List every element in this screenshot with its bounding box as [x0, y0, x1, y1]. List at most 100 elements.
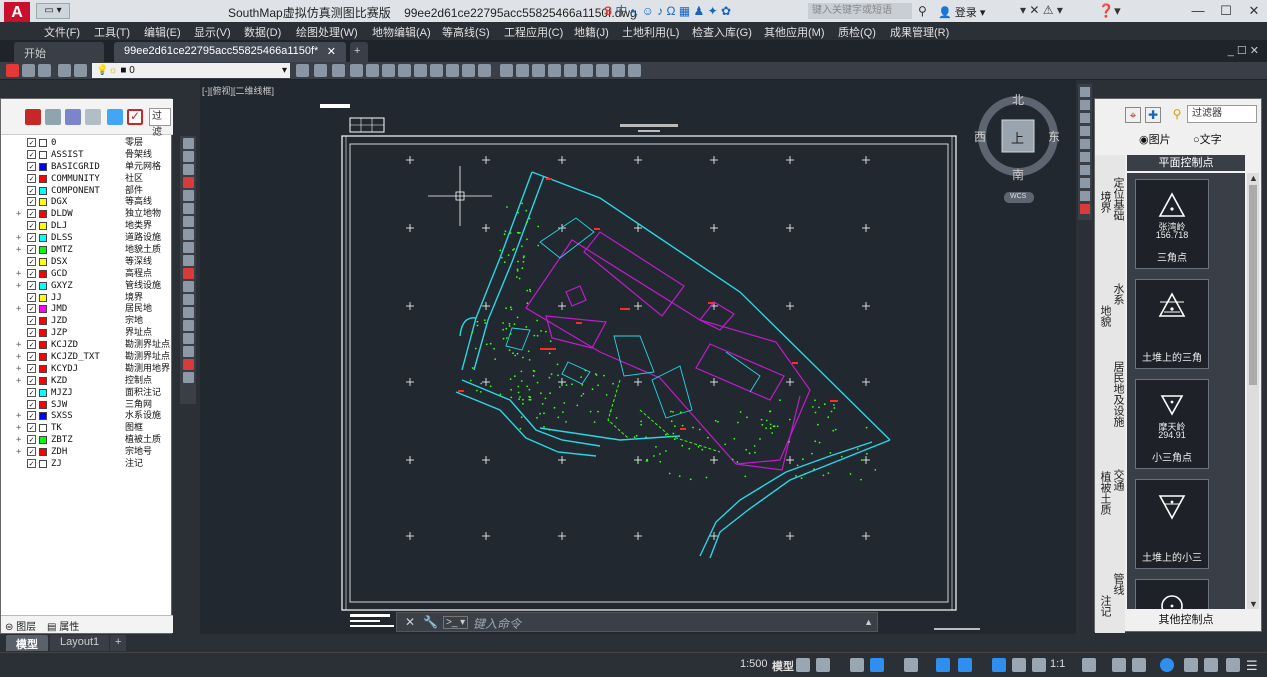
- layer-visible-checkbox[interactable]: ✓: [27, 197, 36, 207]
- expand-icon[interactable]: +: [16, 280, 24, 292]
- layer-visible-checkbox[interactable]: ✓: [27, 363, 36, 373]
- zoom-prev-icon[interactable]: [414, 64, 427, 77]
- menu-item-13[interactable]: 质检(Q): [838, 24, 876, 40]
- auto-scale-icon[interactable]: [1012, 658, 1026, 672]
- plus-icon[interactable]: [1112, 658, 1126, 672]
- snap-tool-icon[interactable]: [1080, 178, 1090, 188]
- close-tab-icon[interactable]: ✕: [327, 45, 336, 58]
- customize-menu-icon[interactable]: ☰: [1246, 658, 1258, 674]
- layer-visible-checkbox[interactable]: ✓: [27, 304, 36, 314]
- layer-color-swatch[interactable]: [39, 246, 47, 255]
- arc-icon[interactable]: [350, 64, 363, 77]
- layer-visible-checkbox[interactable]: ✓: [27, 352, 36, 362]
- ime-icons[interactable]: •, ☺ ♪ Ω ▦ ♟ ✦ ✿: [631, 4, 731, 18]
- layer-visible-checkbox[interactable]: ✓: [27, 292, 36, 302]
- extend-icon[interactable]: [612, 64, 625, 77]
- command-line[interactable]: ✕ 🔧 >_ ▾ 键入命令 ▲: [396, 612, 878, 632]
- add-layout-button[interactable]: +: [110, 635, 127, 651]
- menu-item-6[interactable]: 地物编辑(A): [372, 24, 431, 40]
- symbol-card[interactable]: [1135, 579, 1209, 609]
- layer-row[interactable]: ✓ ASSIST 骨架线: [1, 149, 173, 161]
- properties-icon[interactable]: [296, 64, 309, 77]
- ortho-icon[interactable]: [850, 658, 864, 672]
- snap-tool-icon[interactable]: [1080, 87, 1090, 97]
- layer-filter-input[interactable]: 过滤: [149, 108, 171, 138]
- layer-row[interactable]: ✓ ZJ 注记: [1, 458, 173, 470]
- radio-text[interactable]: ○文字: [1193, 131, 1222, 147]
- tab-layout1[interactable]: Layout1: [50, 635, 110, 651]
- drawing-tool-icon[interactable]: [182, 320, 194, 331]
- isolate-icon[interactable]: [1160, 658, 1174, 672]
- drawing-tool-icon[interactable]: [182, 177, 194, 188]
- symbol-card[interactable]: 张湾岭 156.718 三角点: [1135, 179, 1209, 269]
- layer-row[interactable]: + ✓ GXYZ 管线设施: [1, 280, 173, 292]
- layer-visible-checkbox[interactable]: ✓: [27, 423, 36, 433]
- drawing-tool-icon[interactable]: [182, 164, 194, 175]
- layer-visible-checkbox[interactable]: ✓: [27, 209, 36, 219]
- layer-visible-checkbox[interactable]: ✓: [27, 245, 36, 255]
- binoculars-icon[interactable]: ⚲: [918, 4, 927, 18]
- expand-icon[interactable]: +: [16, 303, 24, 315]
- tab-layers[interactable]: ⊜ 图层: [5, 618, 36, 633]
- expand-icon[interactable]: +: [16, 375, 24, 387]
- expand-icon[interactable]: +: [16, 446, 24, 458]
- redo-icon[interactable]: [478, 64, 491, 77]
- drawing-tool-icon[interactable]: [182, 190, 194, 201]
- isodraft-icon[interactable]: [936, 658, 950, 672]
- viewport-label[interactable]: [-][俯视][二维线框]: [202, 84, 274, 97]
- menu-item-8[interactable]: 工程应用(C): [504, 24, 563, 40]
- layer-color-swatch[interactable]: [39, 222, 47, 231]
- layer-visible-checkbox[interactable]: ✓: [27, 149, 36, 159]
- menu-item-9[interactable]: 地籍(J): [574, 24, 609, 40]
- expand-icon[interactable]: +: [16, 268, 24, 280]
- menu-item-0[interactable]: 文件(F): [44, 24, 80, 40]
- filter-icon[interactable]: ⚲: [1169, 107, 1185, 123]
- tab-properties[interactable]: ▤ 属性: [47, 618, 79, 633]
- layer-color-swatch[interactable]: [39, 305, 47, 314]
- layer-color-swatch[interactable]: [39, 174, 47, 183]
- drawing-tool-icon[interactable]: [182, 268, 194, 279]
- viewcube-south[interactable]: 南: [1012, 166, 1024, 183]
- drawing-tool-icon[interactable]: [182, 281, 194, 292]
- layer-visible-checkbox[interactable]: ✓: [27, 185, 36, 195]
- layer-globe-icon[interactable]: [107, 109, 123, 125]
- drawing-tool-icon[interactable]: [182, 229, 194, 240]
- layer-visible-checkbox[interactable]: ✓: [27, 375, 36, 385]
- draw-icon[interactable]: [532, 64, 545, 77]
- check-icon[interactable]: [6, 64, 19, 77]
- layer-visible-checkbox[interactable]: ✓: [27, 447, 36, 457]
- layer-color-swatch[interactable]: [39, 424, 47, 433]
- layer-row[interactable]: ✓ MJZJ 面积注记: [1, 387, 173, 399]
- subcategory-2[interactable]: 居民地及设施: [1110, 361, 1126, 427]
- tab-start[interactable]: 开始: [14, 42, 104, 62]
- osnap-icon[interactable]: [904, 658, 918, 672]
- grid-icon[interactable]: [796, 658, 810, 672]
- menu-item-4[interactable]: 数据(D): [244, 24, 281, 40]
- map-pin-icon[interactable]: ⌖: [1125, 107, 1141, 123]
- layer-row[interactable]: + ✓ DMTZ 地貌土质: [1, 244, 173, 256]
- ime-mode[interactable]: 中: [615, 4, 627, 18]
- layer-visible-checkbox[interactable]: ✓: [27, 221, 36, 231]
- model-space-toggle[interactable]: 模型: [772, 658, 794, 674]
- snap-tool-icon[interactable]: [1080, 113, 1090, 123]
- annotation-visibility-icon[interactable]: [992, 658, 1006, 672]
- tab-drawing[interactable]: 99ee2d61ce22795acc55825466a1150f* ✕: [114, 42, 346, 62]
- layer-color-swatch[interactable]: [39, 412, 47, 421]
- clean-screen-icon[interactable]: [1204, 658, 1218, 672]
- layer-color-swatch[interactable]: [39, 341, 47, 350]
- layer-visible-checkbox[interactable]: ✓: [27, 138, 36, 147]
- menu-item-5[interactable]: 绘图处理(W): [296, 24, 358, 40]
- layer-color-swatch[interactable]: [39, 400, 47, 409]
- drawing-tool-icon[interactable]: [182, 151, 194, 162]
- layer-row[interactable]: ✓ BASICGRID 单元网格: [1, 161, 173, 173]
- layer-row[interactable]: ✓ SJW 三角网: [1, 399, 173, 411]
- command-input[interactable]: 键入命令: [473, 615, 521, 632]
- layer-row[interactable]: + ✓ DLDW 独立地物: [1, 208, 173, 220]
- quick-access-toolbar[interactable]: ▭ ▾: [36, 3, 70, 19]
- offset-icon[interactable]: [580, 64, 593, 77]
- snap-tool-icon[interactable]: [1080, 152, 1090, 162]
- expand-icon[interactable]: +: [16, 410, 24, 422]
- layer-row[interactable]: + ✓ DLSS 道路设施: [1, 232, 173, 244]
- menu-item-3[interactable]: 显示(V): [194, 24, 231, 40]
- snap-tool-icon[interactable]: [1080, 126, 1090, 136]
